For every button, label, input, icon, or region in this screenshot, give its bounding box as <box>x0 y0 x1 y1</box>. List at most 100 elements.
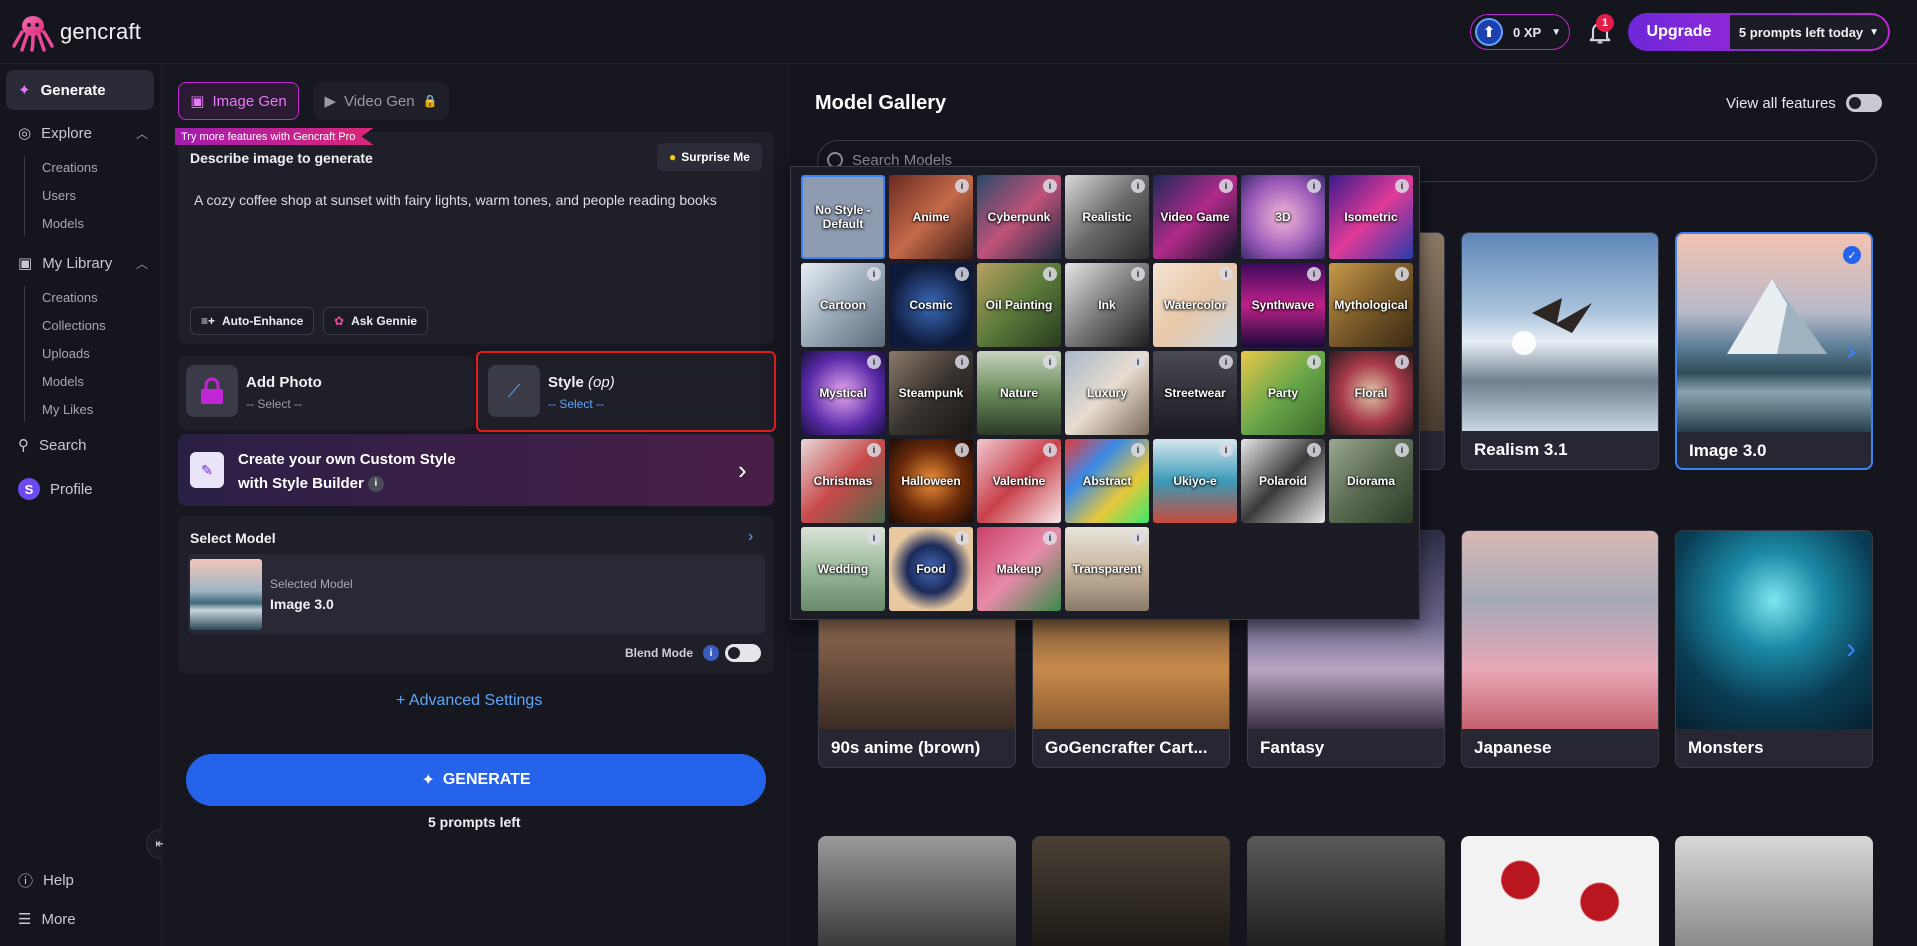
advanced-settings-link[interactable]: + Advanced Settings <box>396 692 542 710</box>
style-option-polaroid[interactable]: Polaroid i <box>1241 439 1325 523</box>
sidebar-sub-library-models[interactable]: Models <box>42 374 84 389</box>
info-icon[interactable]: i <box>1131 355 1145 369</box>
prompts-left-dropdown[interactable]: 5 prompts left today ▼ <box>1730 15 1888 49</box>
model-card-image[interactable] <box>818 836 1016 946</box>
info-icon[interactable]: i <box>703 645 719 661</box>
info-icon[interactable]: i <box>1131 531 1145 545</box>
info-icon[interactable]: i <box>1043 443 1057 457</box>
info-icon[interactable]: i <box>1219 355 1233 369</box>
info-icon[interactable]: i <box>1043 179 1057 193</box>
info-icon[interactable]: i <box>1307 267 1321 281</box>
chevron-right-icon[interactable]: › <box>1846 334 1856 368</box>
style-option-streetwear[interactable]: Streetwear i <box>1153 351 1237 435</box>
sidebar-item-profile[interactable]: S Profile <box>18 478 148 500</box>
style-option-video-game[interactable]: Video Game i <box>1153 175 1237 259</box>
info-icon[interactable]: i <box>955 267 969 281</box>
model-card-image[interactable] <box>1247 836 1445 946</box>
sidebar-sub-library-creations[interactable]: Creations <box>42 290 98 305</box>
info-icon[interactable]: i <box>1131 267 1145 281</box>
style-option-makeup[interactable]: Makeup i <box>977 527 1061 611</box>
chevron-right-icon[interactable]: › <box>748 528 753 546</box>
style-option-floral[interactable]: Floral i <box>1329 351 1413 435</box>
chevron-right-icon[interactable]: › <box>1846 632 1856 666</box>
selected-model-box[interactable] <box>188 554 765 634</box>
style-option-cosmic[interactable]: Cosmic i <box>889 263 973 347</box>
style-option-food[interactable]: Food i <box>889 527 973 611</box>
info-icon[interactable]: i <box>1131 443 1145 457</box>
xp-button[interactable]: ⬆ 0 XP ▼ <box>1470 14 1570 50</box>
add-photo-tile[interactable] <box>186 365 238 417</box>
surprise-me-button[interactable]: ● Surprise Me <box>657 143 762 171</box>
style-option-halloween[interactable]: Halloween i <box>889 439 973 523</box>
model-card-image[interactable] <box>1461 836 1659 946</box>
style-option-oil-painting[interactable]: Oil Painting i <box>977 263 1061 347</box>
sidebar-sub-explore-models[interactable]: Models <box>42 216 84 231</box>
generate-button[interactable]: ✦ GENERATE <box>186 754 766 806</box>
info-icon[interactable]: i <box>1219 267 1233 281</box>
sidebar-item-help[interactable]: ⓘ Help <box>18 870 74 891</box>
sidebar-sub-explore-creations[interactable]: Creations <box>42 160 98 175</box>
model-card-japanese[interactable]: Japanese <box>1461 530 1659 768</box>
info-icon[interactable]: i <box>1307 443 1321 457</box>
info-icon[interactable]: i <box>1307 179 1321 193</box>
info-icon[interactable]: i <box>1219 179 1233 193</box>
pro-upsell-ribbon[interactable]: Try more features with Gencraft Pro <box>175 128 374 145</box>
info-icon[interactable]: i <box>1395 179 1409 193</box>
style-select[interactable]: -- Select -- <box>548 397 604 411</box>
sidebar-sub-library-uploads[interactable]: Uploads <box>42 346 90 361</box>
info-icon[interactable]: i <box>1043 355 1057 369</box>
model-card-image[interactable] <box>1675 836 1873 946</box>
style-option-isometric[interactable]: Isometric i <box>1329 175 1413 259</box>
style-option-party[interactable]: Party i <box>1241 351 1325 435</box>
add-photo-select[interactable]: -- Select -- <box>246 397 302 411</box>
style-option-3d[interactable]: 3D i <box>1241 175 1325 259</box>
style-option-mystical[interactable]: Mystical i <box>801 351 885 435</box>
sidebar-item-generate[interactable]: ✦ Generate <box>6 70 154 110</box>
info-icon[interactable]: i <box>1131 179 1145 193</box>
style-option-steampunk[interactable]: Steampunk i <box>889 351 973 435</box>
style-option-realistic[interactable]: Realistic i <box>1065 175 1149 259</box>
view-all-toggle[interactable] <box>1845 94 1882 112</box>
sidebar-item-search[interactable]: ⚲ Search <box>18 436 148 455</box>
style-tile[interactable]: ⟋ <box>488 365 540 417</box>
info-icon[interactable]: i <box>955 179 969 193</box>
blend-mode-toggle[interactable] <box>725 644 761 662</box>
info-icon[interactable]: i <box>1395 443 1409 457</box>
model-card-image-3-0[interactable]: ✓ Image 3.0 <box>1675 232 1873 470</box>
style-option-cartoon[interactable]: Cartoon i <box>801 263 885 347</box>
style-option-watercolor[interactable]: Watercolor i <box>1153 263 1237 347</box>
info-icon[interactable]: i <box>367 476 384 493</box>
info-icon[interactable]: i <box>1395 355 1409 369</box>
style-option-cyberpunk[interactable]: Cyberpunk i <box>977 175 1061 259</box>
sidebar-item-my-library[interactable]: ▣ My Library ︿ <box>18 254 148 273</box>
tab-video-gen[interactable]: ▶ Video Gen 🔒 <box>313 82 449 120</box>
model-card-realism-3-1[interactable]: Realism 3.1 <box>1461 232 1659 470</box>
style-option-nature[interactable]: Nature i <box>977 351 1061 435</box>
prompt-textarea[interactable]: A cozy coffee shop at sunset with fairy … <box>194 190 764 210</box>
upgrade-button[interactable]: Upgrade <box>1628 13 1730 51</box>
info-icon[interactable]: i <box>955 531 969 545</box>
sidebar-item-more[interactable]: ☰ More <box>18 910 76 929</box>
info-icon[interactable]: i <box>1219 443 1233 457</box>
style-option-christmas[interactable]: Christmas i <box>801 439 885 523</box>
style-option-anime[interactable]: Anime i <box>889 175 973 259</box>
style-option-diorama[interactable]: Diorama i <box>1329 439 1413 523</box>
tab-image-gen[interactable]: ▣ Image Gen <box>178 82 299 120</box>
info-icon[interactable]: i <box>955 443 969 457</box>
style-option-synthwave[interactable]: Synthwave i <box>1241 263 1325 347</box>
style-option-valentine[interactable]: Valentine i <box>977 439 1061 523</box>
ask-gennie-button[interactable]: ✿ Ask Gennie <box>323 307 429 335</box>
info-icon[interactable]: i <box>867 355 881 369</box>
info-icon[interactable]: i <box>1043 267 1057 281</box>
info-icon[interactable]: i <box>955 355 969 369</box>
model-card-image[interactable] <box>1032 836 1230 946</box>
style-option-transparent[interactable]: Transparent i <box>1065 527 1149 611</box>
info-icon[interactable]: i <box>867 531 881 545</box>
logo[interactable]: gencraft <box>12 12 141 52</box>
sidebar-sub-library-collections[interactable]: Collections <box>42 318 106 333</box>
sidebar-item-explore[interactable]: ◎ Explore ︿ <box>18 124 148 143</box>
style-option-no-style-default[interactable]: No Style - Default <box>801 175 885 259</box>
style-option-ukiyo-e[interactable]: Ukiyo-e i <box>1153 439 1237 523</box>
sidebar-sub-explore-users[interactable]: Users <box>42 188 76 203</box>
style-option-ink[interactable]: Ink i <box>1065 263 1149 347</box>
